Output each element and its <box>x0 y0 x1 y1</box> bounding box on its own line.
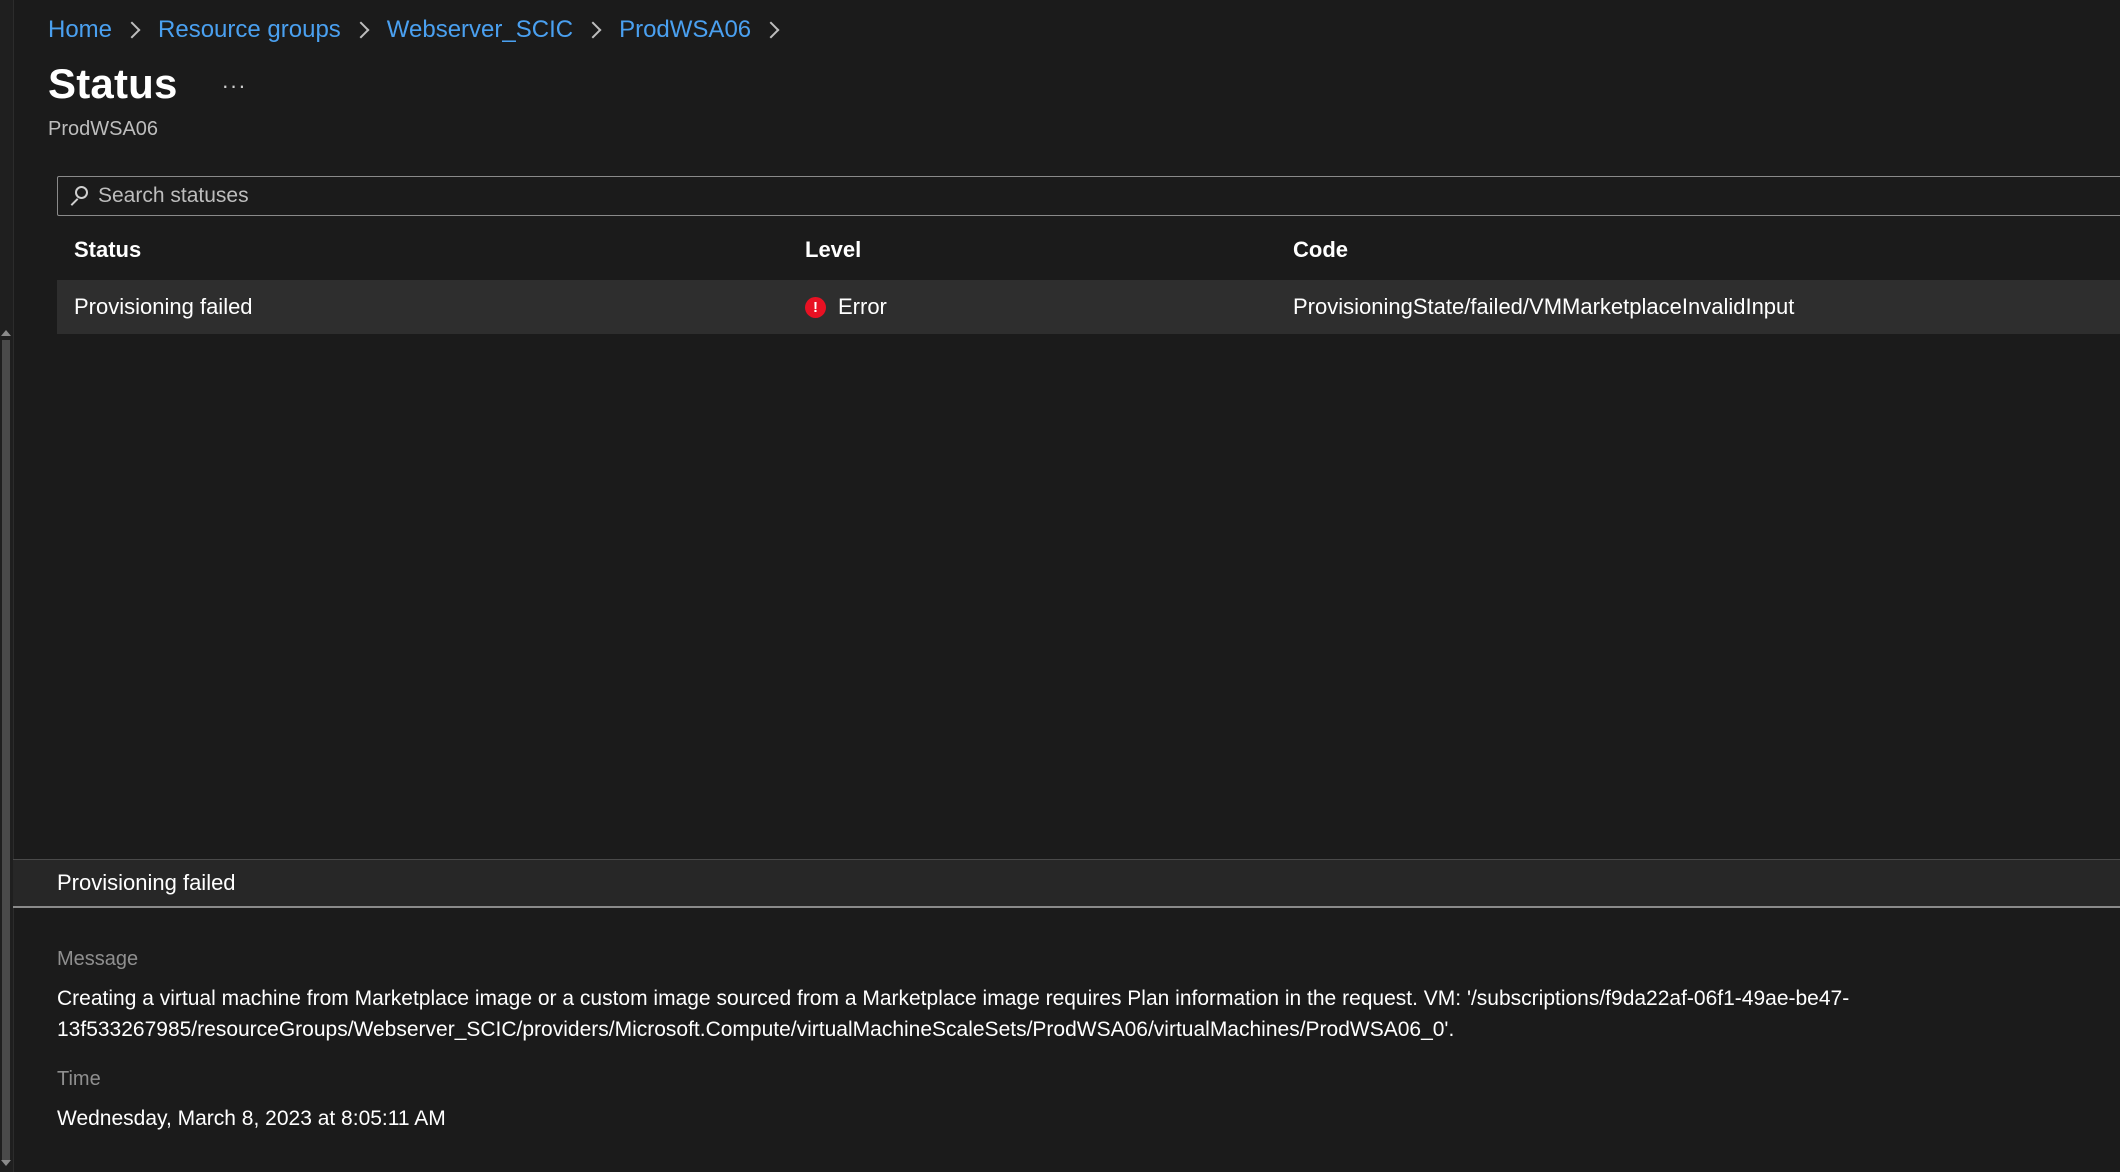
status-table: Status Level Code Provisioning failed ! … <box>57 226 2120 334</box>
row-level: ! Error <box>788 294 1276 320</box>
details-header-underline <box>13 906 2120 908</box>
page-subtitle: ProdWSA06 <box>48 118 159 140</box>
details-title: Provisioning failed <box>57 870 236 895</box>
column-header-status[interactable]: Status <box>57 237 788 263</box>
chevron-right-icon <box>584 21 602 39</box>
title-row: Status ··· <box>48 60 247 108</box>
details-header: Provisioning failed <box>13 860 2120 906</box>
breadcrumb: Home Resource groups Webserver_SCIC Prod… <box>48 13 797 47</box>
column-header-level[interactable]: Level <box>788 237 1276 263</box>
breadcrumb-resource-groups[interactable]: Resource groups <box>158 16 341 44</box>
chevron-right-icon <box>762 21 780 39</box>
search-icon <box>66 181 96 211</box>
error-icon: ! <box>805 296 826 318</box>
table-row[interactable]: Provisioning failed ! Error Provisioning… <box>57 280 2120 334</box>
search-input[interactable] <box>96 183 2120 209</box>
message-value: Creating a virtual machine from Marketpl… <box>57 983 2087 1045</box>
status-page: Home Resource groups Webserver_SCIC Prod… <box>0 0 2120 1172</box>
row-status: Provisioning failed <box>74 294 253 319</box>
breadcrumb-webserver-scic[interactable]: Webserver_SCIC <box>387 16 573 44</box>
message-line-2: 13f533267985/resourceGroups/Webserver_SC… <box>57 1018 1455 1041</box>
breadcrumb-prodwsa06[interactable]: ProdWSA06 <box>619 16 751 44</box>
scroll-up-icon[interactable] <box>1 330 11 336</box>
table-header: Status Level Code <box>57 226 2120 274</box>
column-header-code[interactable]: Code <box>1276 237 2120 263</box>
vertical-scrollbar[interactable] <box>0 0 14 1172</box>
page-title: Status <box>48 60 178 107</box>
chevron-right-icon <box>352 21 370 39</box>
scrollbar-thumb[interactable] <box>2 340 10 1160</box>
breadcrumb-home[interactable]: Home <box>48 16 112 44</box>
row-code: ProvisioningState/failed/VMMarketplaceIn… <box>1293 294 1795 319</box>
message-label: Message <box>57 948 139 970</box>
more-options-button[interactable]: ··· <box>222 73 247 99</box>
time-label: Time <box>57 1068 101 1090</box>
chevron-right-icon <box>123 21 141 39</box>
search-box[interactable] <box>57 176 2120 216</box>
message-line-1: Creating a virtual machine from Marketpl… <box>57 987 1850 1010</box>
row-level-label: Error <box>838 294 887 319</box>
scroll-down-icon[interactable] <box>1 1160 11 1166</box>
time-value: Wednesday, March 8, 2023 at 8:05:11 AM <box>57 1107 446 1130</box>
